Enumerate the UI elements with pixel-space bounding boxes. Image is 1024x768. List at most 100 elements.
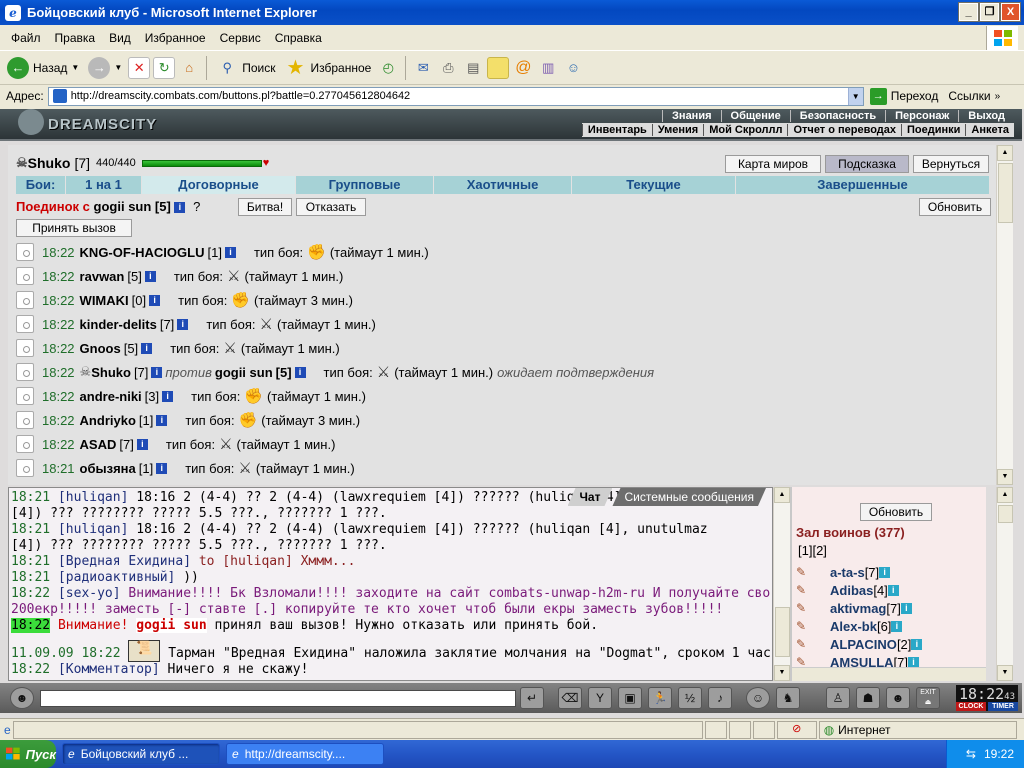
user-item[interactable]: ✎ ALPACINO [2] i [796, 635, 923, 653]
minimize-button[interactable]: _ [958, 2, 979, 22]
refresh-button[interactable]: Обновить [919, 198, 991, 216]
network-icon[interactable]: ⇆ [966, 747, 976, 761]
info-icon[interactable]: i [177, 318, 189, 330]
tab-system-messages[interactable]: Системные сообщения [612, 488, 766, 506]
world-map-button[interactable]: Карта миров [725, 155, 821, 173]
fight-radio[interactable] [16, 315, 34, 333]
private-message-icon[interactable]: ✎ [796, 565, 818, 579]
fight-radio[interactable] [16, 291, 34, 309]
info-icon[interactable]: i [156, 462, 168, 474]
private-message-icon[interactable]: ✎ [796, 601, 818, 615]
home-icon[interactable]: ⌂ [178, 57, 200, 79]
info-icon[interactable]: i [911, 638, 923, 650]
menu-tools[interactable]: Сервис [213, 31, 268, 45]
nav-knowledge[interactable]: Знания [662, 110, 720, 122]
info-icon[interactable]: i [136, 438, 148, 450]
nav-inventory[interactable]: Инвентарь [581, 124, 652, 136]
info-icon[interactable]: i [141, 342, 153, 354]
fight-radio[interactable] [16, 387, 34, 405]
discuss-icon[interactable] [487, 56, 510, 79]
user-item[interactable]: ✎ a-ta-s [7] i [796, 563, 891, 581]
start-button[interactable]: Пуск [0, 740, 56, 768]
nav-security[interactable]: Безопасность [789, 110, 885, 122]
stop-icon[interactable]: ✕ [128, 56, 151, 79]
tab-finished[interactable]: Завершенные [736, 176, 990, 194]
menu-file[interactable]: Файл [4, 31, 48, 45]
info-icon[interactable]: i [174, 202, 186, 214]
info-icon[interactable]: i [224, 246, 236, 258]
refuse-button[interactable]: Отказать [296, 198, 366, 216]
bag-icon[interactable]: ♙ [826, 687, 850, 709]
nav-communication[interactable]: Общение [720, 110, 790, 122]
taskbar-item-ie-dreamscity[interactable]: e http://dreamscity.... [226, 743, 384, 765]
smile-face-icon[interactable]: ☻ [10, 687, 34, 709]
tab-chaotic[interactable]: Хаотичные [434, 176, 572, 194]
refresh-icon[interactable]: ↻ [153, 56, 176, 79]
side-hscrollbar[interactable] [792, 667, 986, 681]
edit-icon[interactable]: ▤ [462, 57, 484, 79]
nav-duels[interactable]: Поединки [901, 124, 965, 136]
taskbar-item-ie-fightclub[interactable]: e Бойцовский клуб ... [62, 743, 220, 765]
battle-button[interactable]: Битва! [238, 198, 292, 216]
close-button[interactable]: X [1000, 2, 1021, 22]
address-input[interactable]: http://dreamscity.combats.com/buttons.pl… [47, 86, 864, 106]
private-message-icon[interactable]: ✎ [796, 637, 818, 651]
print-icon[interactable]: ⎙ [437, 57, 459, 79]
info-icon[interactable]: i [879, 566, 891, 578]
chat-input[interactable] [40, 690, 516, 707]
info-icon[interactable]: i [156, 414, 168, 426]
tab-current[interactable]: Текущие [572, 176, 736, 194]
sound-icon[interactable]: ♪ [708, 687, 732, 709]
address-dropdown-icon[interactable]: ▼ [847, 87, 863, 105]
duels-scrollbar[interactable]: ▲ ▼ [996, 145, 1013, 485]
info-icon[interactable]: i [908, 656, 920, 668]
nav-profile[interactable]: Анкета [965, 124, 1014, 136]
maximize-button[interactable]: ❐ [979, 2, 1000, 22]
chat-scrollbar[interactable]: ▲ ▼ [773, 487, 790, 681]
info-icon[interactable]: i [891, 620, 903, 632]
return-button[interactable]: Вернуться [913, 155, 989, 173]
menu-view[interactable]: Вид [102, 31, 138, 45]
user-item[interactable]: ✎ Adibas [4] i [796, 581, 899, 599]
half-icon[interactable]: ½ [678, 687, 702, 709]
fighter-icon[interactable]: 🏃 [648, 687, 672, 709]
links-chevron-icon[interactable]: » [995, 91, 1001, 102]
messenger-at-icon[interactable]: @ [512, 57, 534, 79]
knight-icon[interactable]: ♞ [776, 687, 800, 709]
user-item[interactable]: ✎ aktivmag [7] i [796, 599, 912, 617]
nav-character[interactable]: Персонаж [885, 110, 958, 122]
info-icon[interactable]: i [162, 390, 174, 402]
menu-edit[interactable]: Правка [48, 31, 103, 45]
favorites-button[interactable]: ★ Избранное [282, 55, 375, 81]
filter-icon[interactable]: Y [588, 687, 612, 709]
smiley-icon[interactable]: ☺ [746, 687, 770, 709]
contacts-icon[interactable]: ☺ [562, 57, 584, 79]
info-icon[interactable]: i [887, 584, 899, 596]
private-message-icon[interactable]: ✎ [796, 619, 818, 633]
search-button[interactable]: ⚲ Поиск [213, 55, 278, 81]
group-icon[interactable]: ☻ [886, 687, 910, 709]
send-icon[interactable]: ↵ [520, 687, 544, 709]
go-button[interactable]: → Переход [869, 87, 938, 105]
user-item[interactable]: ✎ Alex-bk [6] i [796, 617, 903, 635]
info-icon[interactable]: i [294, 366, 306, 378]
fight-radio[interactable] [16, 339, 34, 357]
helmet-icon[interactable]: ☗ [856, 687, 880, 709]
refresh-list-button[interactable]: Обновить [860, 503, 932, 521]
fight-radio[interactable] [16, 243, 34, 261]
accept-challenge-button[interactable]: Принять вызов [16, 219, 132, 237]
clock-label[interactable]: CLOCK [956, 702, 986, 711]
mail-icon[interactable]: ✉ [412, 57, 434, 79]
private-message-icon[interactable]: ✎ [796, 583, 818, 597]
info-icon[interactable]: i [151, 366, 163, 378]
popup-blocked-icon[interactable]: ⊘ [776, 720, 817, 739]
info-icon[interactable]: i [144, 270, 156, 282]
eraser-icon[interactable]: ⌫ [558, 687, 582, 709]
fight-radio[interactable] [16, 459, 34, 477]
menu-help[interactable]: Справка [268, 31, 329, 45]
forward-button[interactable]: → ▼ [85, 55, 125, 81]
nav-exit[interactable]: Выход [958, 110, 1014, 122]
tab-group[interactable]: Групповые [296, 176, 434, 194]
save-icon[interactable]: ▣ [618, 687, 642, 709]
fight-radio[interactable] [16, 435, 34, 453]
